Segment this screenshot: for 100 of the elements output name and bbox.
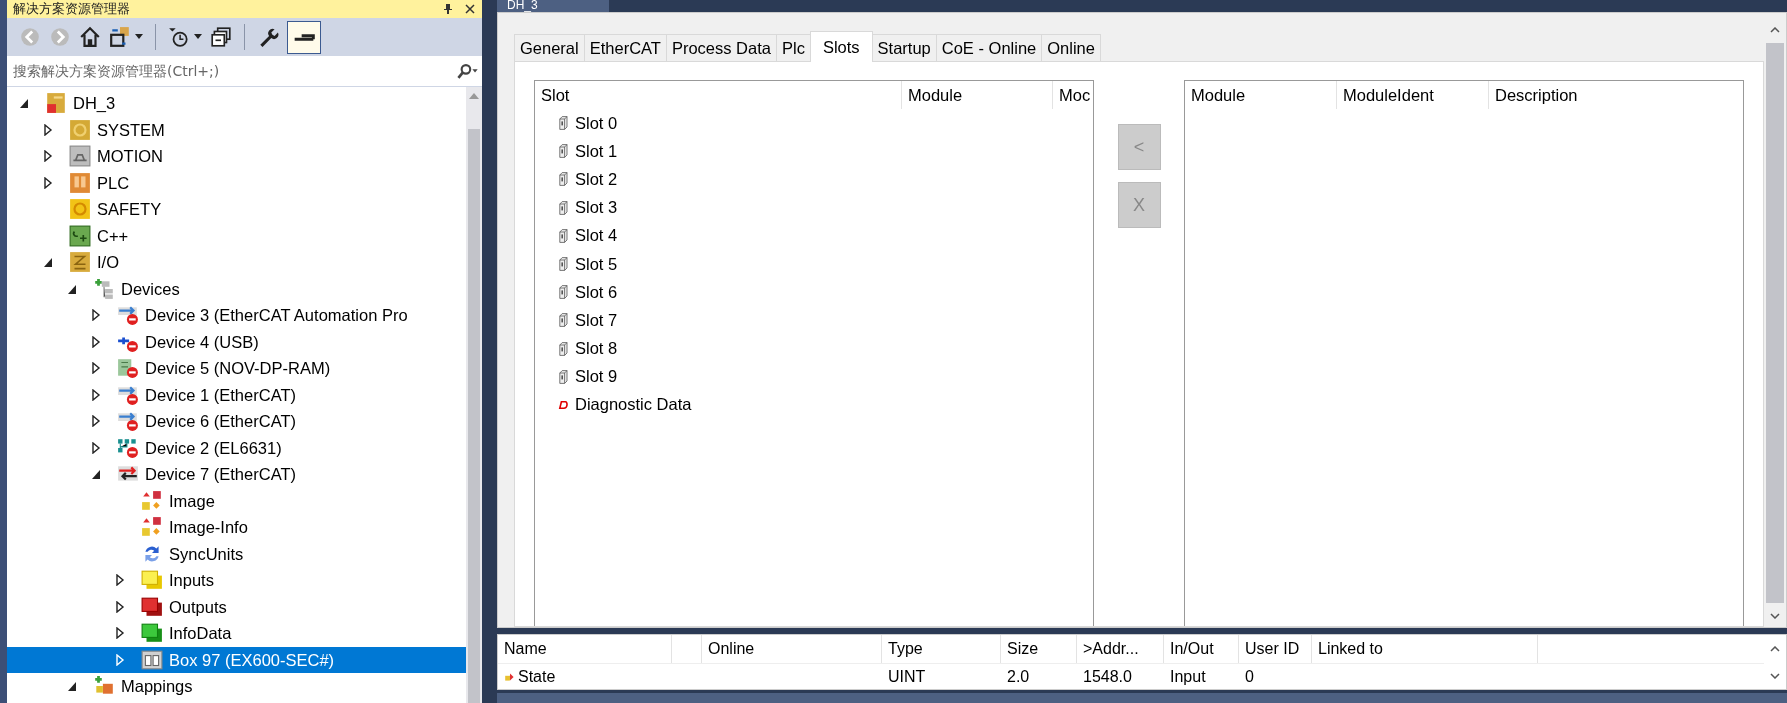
column-header[interactable]: Online	[702, 635, 882, 663]
tree-item[interactable]: Device 1 (EtherCAT)	[7, 381, 466, 408]
search-icon[interactable]	[456, 63, 478, 79]
list-item[interactable]: Diagnostic Data	[575, 395, 692, 415]
column-header[interactable]: Name	[498, 635, 672, 663]
expand-arrow-icon[interactable]	[91, 415, 101, 428]
chip-icon	[69, 171, 91, 194]
tree-item[interactable]: Outputs	[7, 593, 466, 620]
inputs-icon	[141, 569, 163, 592]
safety-icon	[69, 198, 91, 221]
network-icon	[117, 436, 139, 459]
tree-item[interactable]: PLC	[7, 169, 466, 196]
column-header[interactable]: ModuleIdent	[1337, 81, 1489, 109]
tree-item[interactable]: Device 2 (EL6631)	[7, 434, 466, 461]
column-header[interactable]: Description	[1489, 81, 1739, 109]
tree-item[interactable]: Image-Info	[7, 514, 466, 541]
tree-item[interactable]: SyncUnits	[7, 540, 466, 567]
tree-item[interactable]: SYSTEM	[7, 116, 466, 143]
column-header[interactable]: Size	[1001, 635, 1077, 663]
home-icon[interactable]	[79, 26, 101, 48]
tree-item[interactable]: C++	[7, 222, 466, 249]
list-item[interactable]: Slot 1	[575, 141, 618, 161]
caret-icon[interactable]	[194, 34, 202, 40]
list-item[interactable]: Slot 7	[575, 310, 618, 330]
clock-filter-icon[interactable]	[168, 26, 190, 48]
gear-icon	[69, 118, 91, 141]
tree-item[interactable]: Device 5 (NOV-DP-RAM)	[7, 355, 466, 382]
table-cell-text: 0	[1244, 667, 1255, 687]
collapse-arrow-icon[interactable]	[43, 256, 53, 269]
search-field[interactable]: 搜索解决方案资源管理器(Ctrl+;)	[11, 62, 456, 80]
list-item[interactable]: Slot 0	[575, 113, 618, 133]
scroll-down-icon[interactable]	[1770, 672, 1780, 679]
collapse-arrow-icon[interactable]	[91, 468, 101, 481]
tree-item[interactable]: Device 3 (EtherCAT Automation Pro	[7, 302, 466, 329]
scroll-down-icon[interactable]	[1770, 613, 1780, 619]
infodata-icon	[141, 622, 163, 645]
table-cell-text: Input	[1169, 667, 1207, 687]
column-header[interactable]: Module	[902, 81, 1053, 109]
column-header[interactable]: >Addr...	[1077, 635, 1164, 663]
tab[interactable]: Online	[1041, 34, 1101, 61]
tree-item[interactable]: Device 7 (EtherCAT)	[7, 461, 466, 488]
tree-item[interactable]: Inputs	[7, 567, 466, 594]
expand-arrow-icon[interactable]	[43, 176, 53, 189]
list-item[interactable]: Slot 4	[575, 226, 618, 246]
tree-item[interactable]: Image	[7, 487, 466, 514]
expand-arrow-icon[interactable]	[43, 150, 53, 163]
column-header[interactable]: User ID	[1239, 635, 1312, 663]
tree-item[interactable]: DH_3	[7, 90, 466, 117]
tree-item[interactable]: Box 97 (EX600-SEC#)	[7, 646, 466, 673]
tree-item[interactable]: Device 4 (USB)	[7, 328, 466, 355]
expand-arrow-icon[interactable]	[91, 441, 101, 454]
scroll-up-icon[interactable]	[1770, 645, 1780, 652]
caret-icon[interactable]	[135, 34, 143, 40]
tree-item[interactable]: Mappings	[7, 673, 466, 700]
expand-arrow-icon[interactable]	[91, 309, 101, 322]
expand-arrow-icon[interactable]	[91, 362, 101, 375]
module-box-icon	[141, 648, 163, 671]
column-header[interactable]: Moc	[1053, 81, 1093, 109]
list-item[interactable]: Slot 2	[575, 169, 618, 189]
table-cell-text: 2.0	[1006, 667, 1031, 687]
list-item[interactable]: Slot 6	[575, 282, 618, 302]
tree-item[interactable]: I/O	[7, 249, 466, 276]
outputs-icon	[141, 595, 163, 618]
collapse-arrow-icon[interactable]	[19, 97, 29, 110]
tree-item[interactable]: MOTION	[7, 143, 466, 170]
tree-item[interactable]: Device 6 (EtherCAT)	[7, 408, 466, 435]
expand-arrow-icon[interactable]	[115, 600, 125, 613]
column-header[interactable]: Module	[1185, 81, 1337, 109]
expand-arrow-icon[interactable]	[115, 574, 125, 587]
list-item[interactable]: Slot 8	[575, 339, 618, 359]
preview-icon	[293, 33, 315, 41]
expand-arrow-icon[interactable]	[43, 123, 53, 136]
tree-item[interactable]: Devices	[7, 275, 466, 302]
collapse-all-icon[interactable]	[210, 26, 232, 48]
scrollbar[interactable]	[466, 87, 482, 703]
tab[interactable]: Slots	[809, 31, 873, 62]
list-item[interactable]: Slot 3	[575, 198, 618, 218]
list-item[interactable]: Slot 9	[575, 367, 618, 387]
expand-arrow-icon[interactable]	[91, 388, 101, 401]
scroll-up-icon[interactable]	[1770, 27, 1780, 33]
list-item[interactable]: Slot 5	[575, 254, 618, 274]
network-adapter-icon	[117, 410, 139, 433]
tree-item[interactable]: SAFETY	[7, 196, 466, 223]
wrench-icon[interactable]	[257, 26, 279, 48]
expand-arrow-icon[interactable]	[115, 627, 125, 640]
cpp-icon	[69, 224, 91, 247]
collapse-arrow-icon[interactable]	[67, 680, 77, 693]
column-header[interactable]: Slot	[535, 81, 902, 109]
document-tab[interactable]: DH_3	[497, 0, 609, 12]
pin-icon[interactable]	[442, 3, 454, 15]
expand-arrow-icon[interactable]	[91, 335, 101, 348]
column-header[interactable]: In/Out	[1164, 635, 1239, 663]
tree-item[interactable]: InfoData	[7, 620, 466, 647]
tab[interactable]: General	[514, 34, 585, 61]
column-header[interactable]: Linked to	[1312, 635, 1538, 663]
column-header[interactable]: Type	[882, 635, 1001, 663]
preview-toggle[interactable]	[287, 20, 321, 54]
window-sync-icon[interactable]	[109, 26, 131, 48]
close-icon[interactable]	[464, 3, 476, 15]
project-icon	[45, 92, 67, 115]
